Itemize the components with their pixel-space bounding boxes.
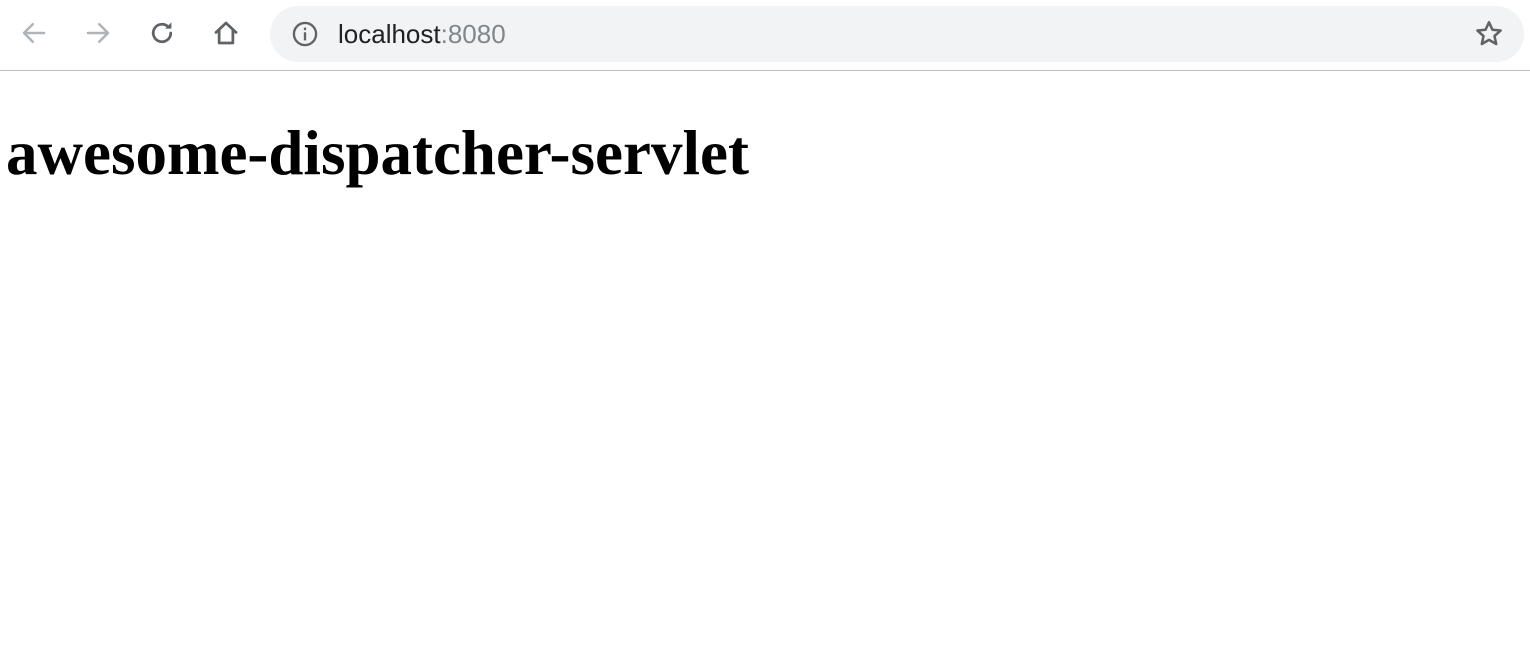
home-icon [214,21,238,45]
star-icon [1476,21,1502,46]
url-port: :8080 [440,19,506,49]
forward-arrow-icon [86,23,110,43]
back-button[interactable] [14,13,54,53]
browser-toolbar: localhost:8080 [0,0,1530,71]
reload-button[interactable] [142,13,182,53]
info-icon[interactable] [291,20,319,48]
url-host: localhost [338,19,441,49]
address-bar[interactable]: localhost:8080 [270,6,1524,62]
reload-icon [151,22,173,44]
page-title: awesome-dispatcher-servlet [6,118,749,188]
url-text[interactable]: localhost:8080 [338,19,506,49]
back-arrow-icon [22,23,46,43]
home-button[interactable] [206,13,246,53]
bookmark-star-button[interactable] [1472,17,1506,51]
forward-button[interactable] [78,13,118,53]
